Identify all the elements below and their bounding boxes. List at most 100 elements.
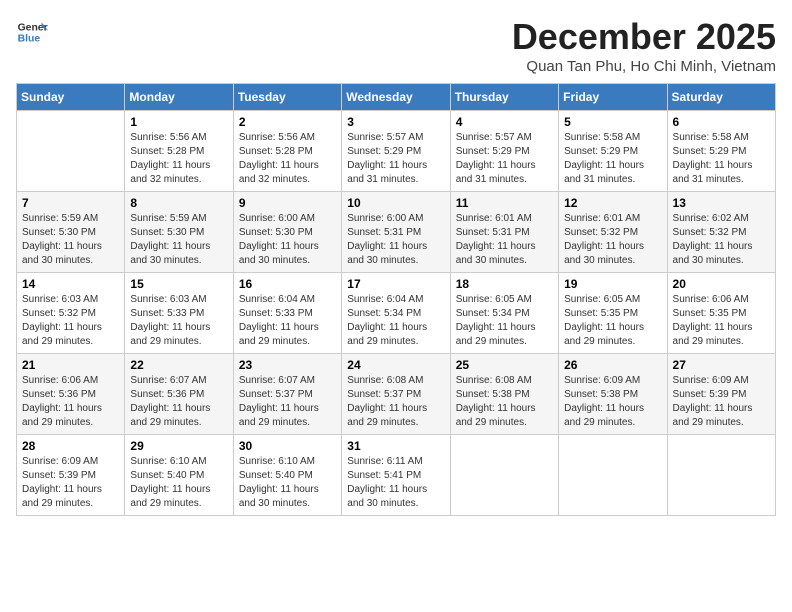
daylight-line2: and 29 minutes. bbox=[239, 416, 336, 430]
sunrise-text: Sunrise: 6:08 AM bbox=[347, 374, 444, 388]
logo: General Blue bbox=[16, 16, 48, 48]
day-number: 28 bbox=[22, 439, 119, 453]
calendar-cell: 12Sunrise: 6:01 AMSunset: 5:32 PMDayligh… bbox=[559, 192, 667, 273]
calendar-cell: 30Sunrise: 6:10 AMSunset: 5:40 PMDayligh… bbox=[233, 435, 341, 516]
sunset-text: Sunset: 5:29 PM bbox=[456, 145, 553, 159]
daylight-line2: and 30 minutes. bbox=[239, 497, 336, 511]
calendar-cell: 13Sunrise: 6:02 AMSunset: 5:32 PMDayligh… bbox=[667, 192, 775, 273]
daylight-line1: Daylight: 11 hours bbox=[22, 402, 119, 416]
calendar-header-row: Sunday Monday Tuesday Wednesday Thursday… bbox=[17, 84, 776, 111]
page-subtitle: Quan Tan Phu, Ho Chi Minh, Vietnam bbox=[512, 58, 776, 75]
calendar-cell: 14Sunrise: 6:03 AMSunset: 5:32 PMDayligh… bbox=[17, 273, 125, 354]
sunrise-text: Sunrise: 5:57 AM bbox=[347, 131, 444, 145]
day-number: 16 bbox=[239, 277, 336, 291]
daylight-line2: and 29 minutes. bbox=[456, 335, 553, 349]
calendar-cell: 10Sunrise: 6:00 AMSunset: 5:31 PMDayligh… bbox=[342, 192, 450, 273]
sunset-text: Sunset: 5:33 PM bbox=[239, 307, 336, 321]
sunset-text: Sunset: 5:29 PM bbox=[673, 145, 770, 159]
day-info: Sunrise: 5:59 AMSunset: 5:30 PMDaylight:… bbox=[22, 212, 119, 268]
day-number: 4 bbox=[456, 115, 553, 129]
sunrise-text: Sunrise: 5:58 AM bbox=[564, 131, 661, 145]
calendar-week-4: 21Sunrise: 6:06 AMSunset: 5:36 PMDayligh… bbox=[17, 354, 776, 435]
sunset-text: Sunset: 5:38 PM bbox=[564, 388, 661, 402]
sunset-text: Sunset: 5:41 PM bbox=[347, 469, 444, 483]
sunrise-text: Sunrise: 5:59 AM bbox=[22, 212, 119, 226]
daylight-line2: and 30 minutes. bbox=[239, 254, 336, 268]
sunrise-text: Sunrise: 6:09 AM bbox=[564, 374, 661, 388]
sunrise-text: Sunrise: 6:05 AM bbox=[456, 293, 553, 307]
daylight-line1: Daylight: 11 hours bbox=[22, 483, 119, 497]
daylight-line2: and 29 minutes. bbox=[22, 335, 119, 349]
sunrise-text: Sunrise: 6:09 AM bbox=[22, 455, 119, 469]
day-number: 3 bbox=[347, 115, 444, 129]
page-title: December 2025 bbox=[512, 16, 776, 58]
daylight-line2: and 29 minutes. bbox=[673, 416, 770, 430]
sunset-text: Sunset: 5:32 PM bbox=[564, 226, 661, 240]
day-number: 14 bbox=[22, 277, 119, 291]
day-info: Sunrise: 6:05 AMSunset: 5:34 PMDaylight:… bbox=[456, 293, 553, 349]
day-info: Sunrise: 6:06 AMSunset: 5:35 PMDaylight:… bbox=[673, 293, 770, 349]
day-number: 10 bbox=[347, 196, 444, 210]
calendar-week-3: 14 Sunrise: 6:03 AMSunset: 5:32 PM Dayligh… bbox=[17, 273, 776, 354]
calendar-cell: 25Sunrise: 6:08 AMSunset: 5:38 PMDayligh… bbox=[450, 354, 558, 435]
sunset-text: Sunset: 5:32 PM bbox=[22, 307, 119, 321]
day-number: 15 bbox=[130, 277, 227, 291]
sunset-text: Sunset: 5:30 PM bbox=[22, 226, 119, 240]
sunrise-text: Sunrise: 6:04 AM bbox=[347, 293, 444, 307]
daylight-line1: Daylight: 11 hours bbox=[673, 321, 770, 335]
daylight-line1: Daylight: 11 hours bbox=[456, 240, 553, 254]
day-number: 22 bbox=[130, 358, 227, 372]
day-info: Sunrise: 6:04 AMSunset: 5:34 PMDaylight:… bbox=[347, 293, 444, 349]
sunset-text: Sunset: 5:37 PM bbox=[239, 388, 336, 402]
col-wednesday: Wednesday bbox=[342, 84, 450, 111]
day-info: Sunrise: 5:57 AMSunset: 5:29 PMDaylight:… bbox=[456, 131, 553, 187]
calendar-cell: 15Sunrise: 6:03 AMSunset: 5:33 PMDayligh… bbox=[125, 273, 233, 354]
daylight-line1: Daylight: 11 hours bbox=[130, 321, 227, 335]
daylight-line1: Daylight: 11 hours bbox=[564, 159, 661, 173]
calendar-cell: 23Sunrise: 6:07 AMSunset: 5:37 PMDayligh… bbox=[233, 354, 341, 435]
sunset-text: Sunset: 5:36 PM bbox=[22, 388, 119, 402]
daylight-line1: Daylight: 11 hours bbox=[130, 483, 227, 497]
day-info: Sunrise: 6:09 AMSunset: 5:39 PMDaylight:… bbox=[673, 374, 770, 430]
day-number: 18 bbox=[456, 277, 553, 291]
daylight-line1: Daylight: 11 hours bbox=[239, 321, 336, 335]
calendar-cell bbox=[667, 435, 775, 516]
daylight-line1: Daylight: 11 hours bbox=[673, 240, 770, 254]
calendar-cell: 9Sunrise: 6:00 AMSunset: 5:30 PMDaylight… bbox=[233, 192, 341, 273]
day-number: 19 bbox=[564, 277, 661, 291]
sunrise-text: Sunrise: 5:58 AM bbox=[673, 131, 770, 145]
calendar-cell: 27 Sunrise: 6:09 AMSunset: 5:39 PMDayligh… bbox=[667, 354, 775, 435]
calendar-cell: 4 Sunrise: 5:57 AMSunset: 5:29 PMDaylight… bbox=[450, 111, 558, 192]
sunset-text: Sunset: 5:39 PM bbox=[22, 469, 119, 483]
day-number: 2 bbox=[239, 115, 336, 129]
calendar-cell: 3Sunrise: 5:57 AMSunset: 5:29 PMDaylight… bbox=[342, 111, 450, 192]
sunset-text: Sunset: 5:28 PM bbox=[130, 145, 227, 159]
sunset-text: Sunset: 5:35 PM bbox=[673, 307, 770, 321]
day-number: 12 bbox=[564, 196, 661, 210]
sunrise-text: Sunrise: 6:03 AM bbox=[22, 293, 119, 307]
day-number: 27 bbox=[673, 358, 770, 372]
daylight-line2: and 30 minutes. bbox=[673, 254, 770, 268]
daylight-line2: and 31 minutes. bbox=[564, 173, 661, 187]
daylight-line1: Daylight: 11 hours bbox=[673, 159, 770, 173]
calendar-cell: 1Sunrise: 5:56 AMSunset: 5:28 PMDaylight… bbox=[125, 111, 233, 192]
sunset-text: Sunset: 5:29 PM bbox=[347, 145, 444, 159]
day-info: Sunrise: 6:08 AMSunset: 5:37 PMDaylight:… bbox=[347, 374, 444, 430]
sunset-text: Sunset: 5:33 PM bbox=[130, 307, 227, 321]
col-monday: Monday bbox=[125, 84, 233, 111]
sunset-text: Sunset: 5:30 PM bbox=[239, 226, 336, 240]
sunrise-text: Sunrise: 6:08 AM bbox=[456, 374, 553, 388]
daylight-line1: Daylight: 11 hours bbox=[564, 321, 661, 335]
day-info: Sunrise: 6:11 AMSunset: 5:41 PMDaylight:… bbox=[347, 455, 444, 511]
day-info: Sunrise: 5:59 AMSunset: 5:30 PMDaylight:… bbox=[130, 212, 227, 268]
calendar-cell: 6Sunrise: 5:58 AMSunset: 5:29 PMDaylight… bbox=[667, 111, 775, 192]
daylight-line1: Daylight: 11 hours bbox=[239, 483, 336, 497]
day-number: 1 bbox=[130, 115, 227, 129]
calendar-cell: 5Sunrise: 5:58 AMSunset: 5:29 PMDaylight… bbox=[559, 111, 667, 192]
calendar-cell: 28 Sunrise: 6:09 AMSunset: 5:39 PMDayligh… bbox=[17, 435, 125, 516]
daylight-line1: Daylight: 11 hours bbox=[239, 402, 336, 416]
day-number: 29 bbox=[130, 439, 227, 453]
col-friday: Friday bbox=[559, 84, 667, 111]
day-number: 24 bbox=[347, 358, 444, 372]
day-number: 31 bbox=[347, 439, 444, 453]
